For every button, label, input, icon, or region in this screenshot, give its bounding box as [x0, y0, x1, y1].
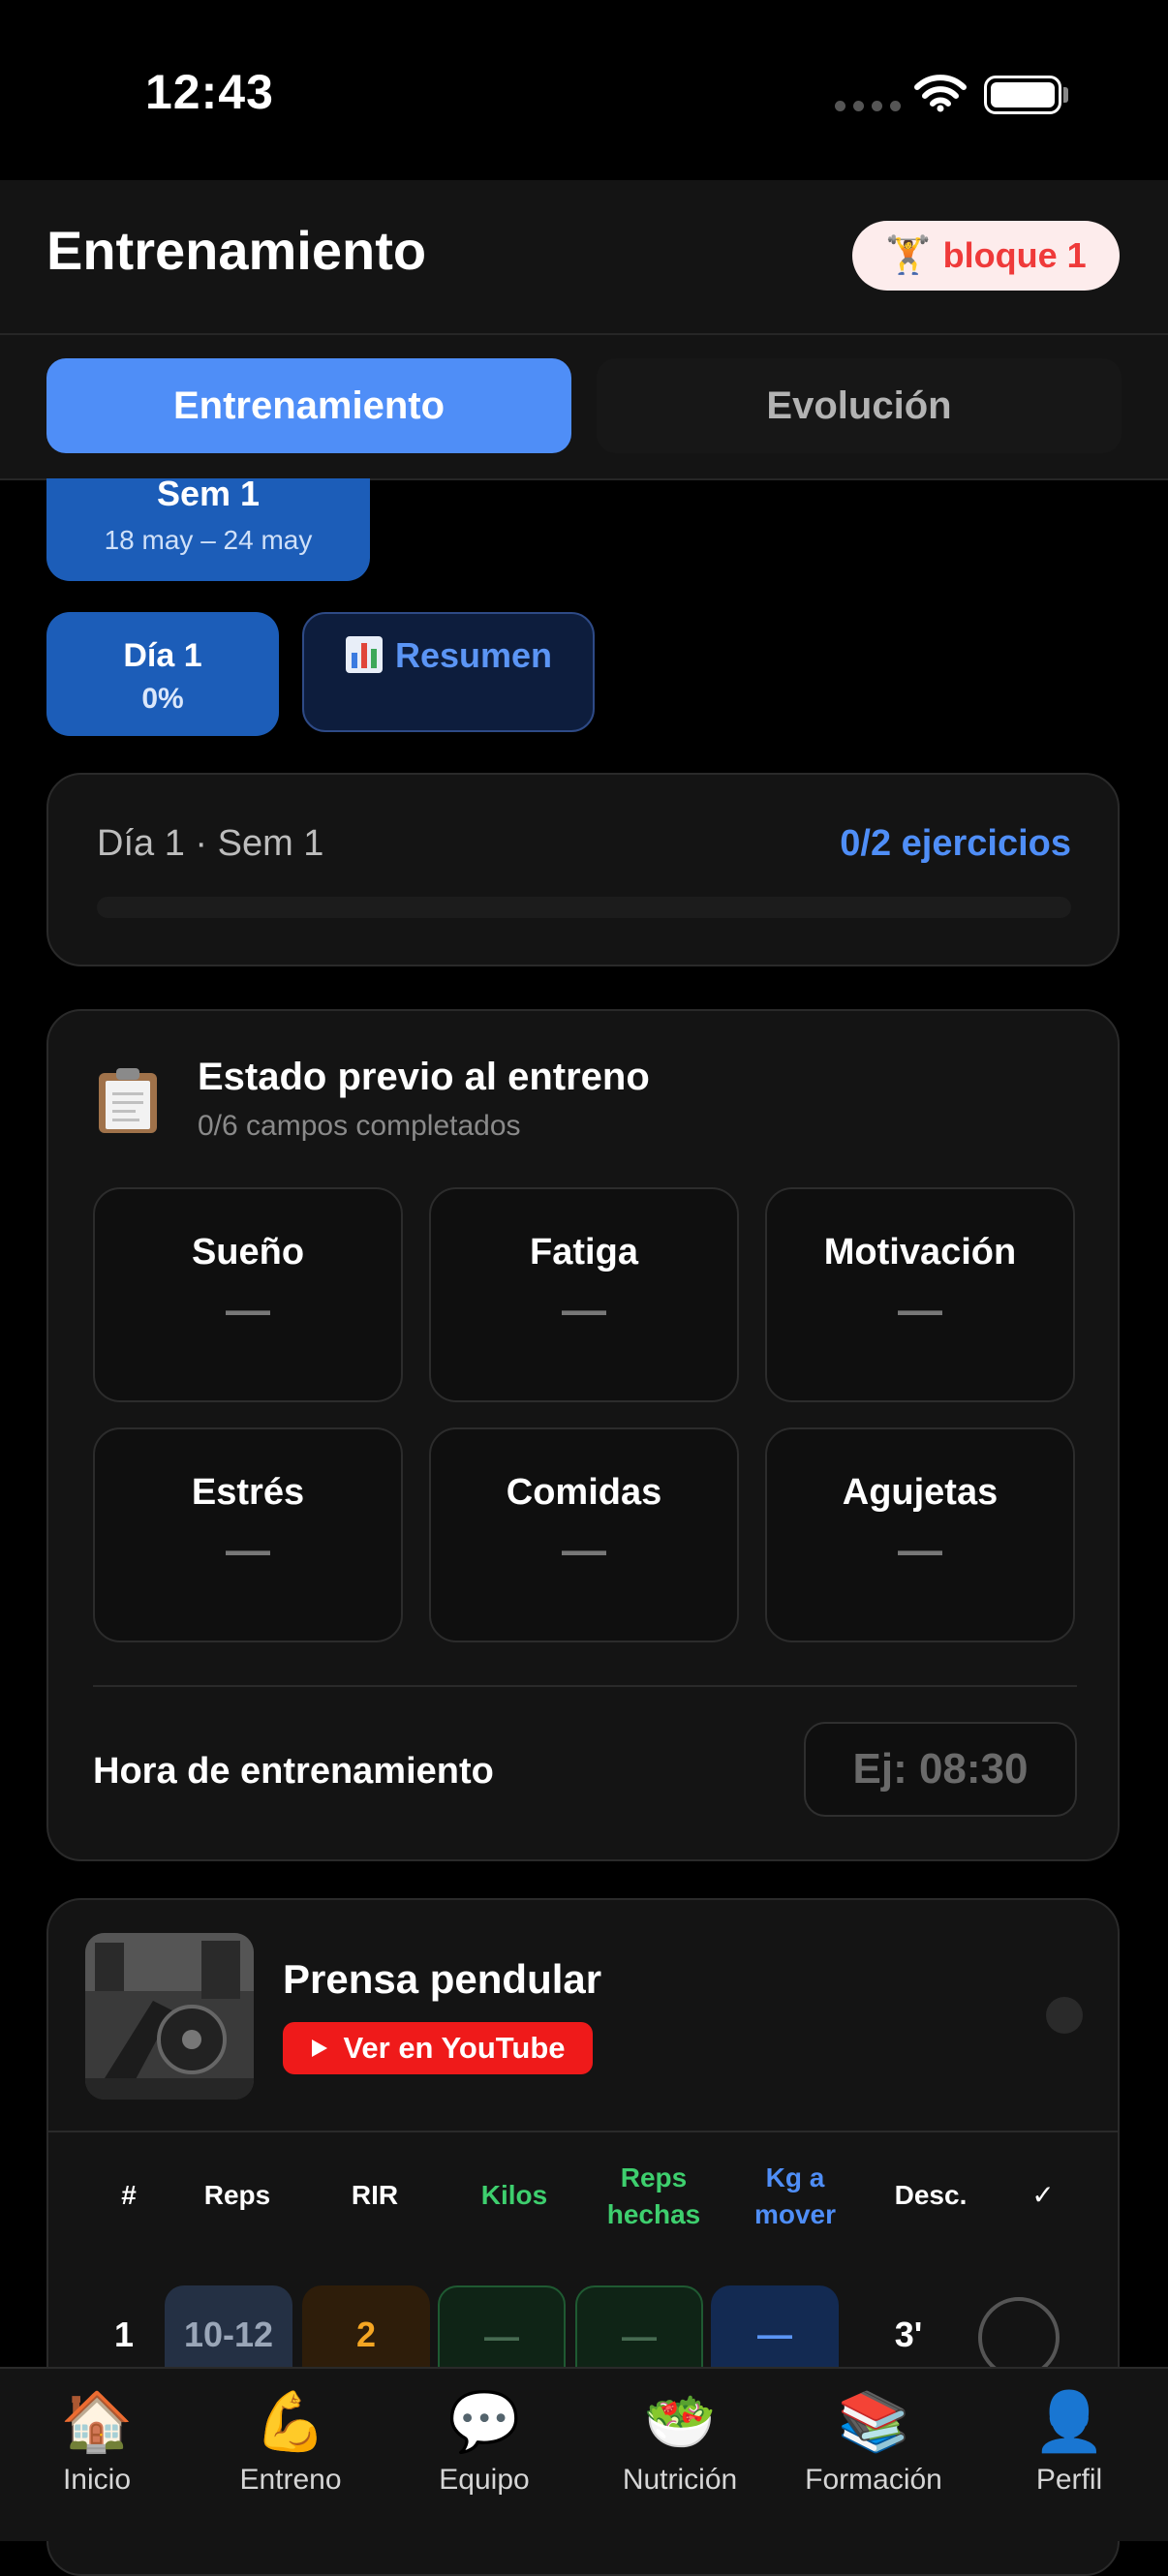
salad-icon: 🥗 — [643, 2389, 717, 2454]
col-header-number: # — [121, 2180, 137, 2210]
week-range: 18 may – 24 may — [104, 525, 313, 555]
day-label: Día 1 — [123, 637, 202, 674]
col-header-reps-done-line2: hechas — [606, 2199, 701, 2229]
flexed-arm-icon: 💪 — [254, 2389, 327, 2454]
nav-label: Formación — [805, 2464, 942, 2496]
youtube-button[interactable]: Ver en YouTube — [283, 2022, 593, 2074]
bar-chart-icon — [345, 636, 383, 673]
metric-value: — — [898, 1524, 942, 1575]
divider — [93, 1685, 1077, 1687]
metric-label: Motivación — [823, 1232, 1017, 1273]
tab-entrenamiento[interactable]: Entrenamiento — [46, 358, 571, 453]
exercise-thumbnail[interactable] — [85, 1933, 254, 2100]
cellular-signal-icon — [835, 101, 901, 111]
metric-comidas[interactable]: Comidas — — [429, 1427, 739, 1642]
speech-bubble-icon: 💬 — [447, 2389, 521, 2454]
col-header-reps-done: Reps hechas — [591, 2160, 717, 2233]
metric-value: — — [562, 1524, 606, 1575]
weightlifter-icon: 🏋️ — [885, 235, 932, 276]
battery-icon — [984, 76, 1061, 114]
metric-value: — — [562, 1284, 606, 1334]
metric-sueno[interactable]: Sueño — — [93, 1187, 403, 1402]
col-header-kg-move-line2: mover — [753, 2199, 837, 2229]
training-time-label: Hora de entrenamiento — [93, 1751, 494, 1792]
col-header-reps: Reps — [203, 2180, 271, 2210]
nav-label: Nutrición — [622, 2464, 738, 2496]
metric-label: Agujetas — [842, 1472, 999, 1513]
nav-label: Entreno — [239, 2464, 342, 2496]
tab-evolucion[interactable]: Evolución — [597, 358, 1122, 453]
user-silhouette-icon: 👤 — [1032, 2389, 1106, 2454]
metric-label: Fatiga — [530, 1232, 638, 1273]
youtube-button-label: Ver en YouTube — [343, 2031, 566, 2065]
battery-cap — [1063, 87, 1068, 103]
exercise-name: Prensa pendular — [283, 1956, 602, 2002]
day-selector[interactable]: Día 1 0% — [46, 612, 279, 736]
nav-equipo[interactable]: 💬 Equipo — [387, 2388, 581, 2497]
exercise-status-dot — [1046, 1997, 1083, 2034]
nav-label: Equipo — [439, 2464, 530, 2496]
progress-card — [46, 773, 1120, 966]
week-selector[interactable]: Sem 1 18 may – 24 may — [46, 474, 370, 581]
summary-label: Resumen — [394, 635, 553, 675]
summary-button[interactable]: Resumen — [302, 612, 595, 732]
books-icon: 📚 — [837, 2389, 910, 2454]
col-header-reps-done-line1: Reps — [620, 2162, 688, 2193]
col-header-kg-move: Kg a mover — [732, 2160, 858, 2233]
status-time: 12:43 — [145, 65, 274, 119]
week-label: Sem 1 — [156, 474, 261, 513]
nav-nutricion[interactable]: 🥗 Nutrición — [583, 2388, 777, 2497]
clipboard-icon — [99, 1068, 157, 1133]
metric-label: Sueño — [191, 1232, 305, 1273]
nav-formacion[interactable]: 📚 Formación — [777, 2388, 970, 2497]
pre-training-title: Estado previo al entreno — [198, 1056, 650, 1098]
exercise-divider — [48, 2131, 1118, 2132]
play-icon — [312, 2039, 328, 2057]
nav-label: Inicio — [62, 2464, 132, 2496]
block-badge[interactable]: 🏋️ bloque 1 — [852, 221, 1120, 291]
metric-label: Estrés — [191, 1472, 305, 1513]
training-time-input[interactable]: Ej: 08:30 — [804, 1722, 1077, 1817]
col-header-rir: RIR — [351, 2180, 399, 2210]
progress-title: Día 1 · Sem 1 — [97, 823, 324, 864]
metric-agujetas[interactable]: Agujetas — — [765, 1427, 1075, 1642]
col-header-kilos: Kilos — [480, 2180, 548, 2210]
col-header-rest: Desc. — [894, 2180, 968, 2210]
metric-value: — — [898, 1284, 942, 1334]
wifi-icon — [914, 75, 967, 112]
progress-count: 0/2 ejercicios — [840, 823, 1071, 864]
page-title: Entrenamiento — [46, 220, 427, 281]
nav-label: Perfil — [1035, 2464, 1103, 2496]
metric-fatiga[interactable]: Fatiga — — [429, 1187, 739, 1402]
nav-entreno[interactable]: 💪 Entreno — [194, 2388, 387, 2497]
day-percent: 0% — [141, 683, 184, 715]
col-header-done: ✓ — [1031, 2180, 1055, 2210]
metric-value: — — [226, 1284, 270, 1334]
nav-perfil[interactable]: 👤 Perfil — [972, 2388, 1166, 2497]
house-icon: 🏠 — [60, 2389, 134, 2454]
metric-label: Comidas — [506, 1472, 662, 1513]
progress-bar — [97, 897, 1071, 918]
block-badge-label: bloque 1 — [942, 235, 1087, 275]
nav-inicio[interactable]: 🏠 Inicio — [0, 2388, 194, 2497]
metric-value: — — [226, 1524, 270, 1575]
pre-training-subtitle: 0/6 campos completados — [198, 1110, 521, 1142]
col-header-kg-move-line1: Kg a — [765, 2162, 825, 2193]
leg-press-machine-image — [85, 1933, 254, 2100]
metric-motivacion[interactable]: Motivación — — [765, 1187, 1075, 1402]
metric-estres[interactable]: Estrés — — [93, 1427, 403, 1642]
